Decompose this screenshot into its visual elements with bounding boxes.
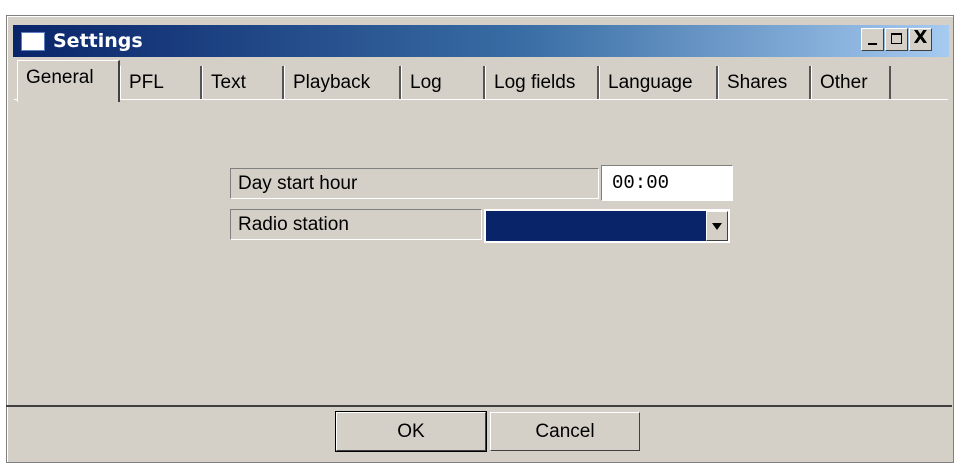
minimize-icon (868, 43, 877, 45)
tab-pfl[interactable]: PFL (120, 66, 202, 100)
tab-shares[interactable]: Shares (718, 66, 811, 100)
chevron-down-icon (712, 223, 722, 230)
tab-language[interactable]: Language (599, 66, 718, 100)
tab-playback[interactable]: Playback (284, 66, 401, 100)
minimize-button[interactable] (861, 28, 884, 51)
app-window-icon (21, 32, 45, 51)
tab-log-fields[interactable]: Log fields (485, 66, 599, 100)
tab-other[interactable]: Other (811, 66, 891, 100)
tab-log[interactable]: Log (401, 66, 485, 100)
maximize-icon (891, 33, 902, 44)
ok-button[interactable]: OK (335, 411, 487, 452)
tab-panel-general (14, 99, 948, 405)
day-start-hour-input[interactable]: 00:00 (601, 165, 733, 201)
maximize-button[interactable] (885, 28, 908, 51)
tab-general[interactable]: General (17, 60, 120, 102)
radio-station-label: Radio station (230, 209, 482, 240)
cancel-button[interactable]: Cancel (490, 412, 640, 451)
day-start-hour-label: Day start hour (230, 168, 599, 199)
title-bar[interactable]: Settings X (13, 25, 949, 57)
radio-station-dropdown[interactable] (484, 209, 730, 243)
dropdown-arrow-button[interactable] (706, 211, 728, 241)
close-icon: X (913, 27, 928, 48)
close-button[interactable]: X (909, 27, 932, 51)
tab-text[interactable]: Text (202, 66, 284, 100)
window-title: Settings (53, 30, 143, 52)
